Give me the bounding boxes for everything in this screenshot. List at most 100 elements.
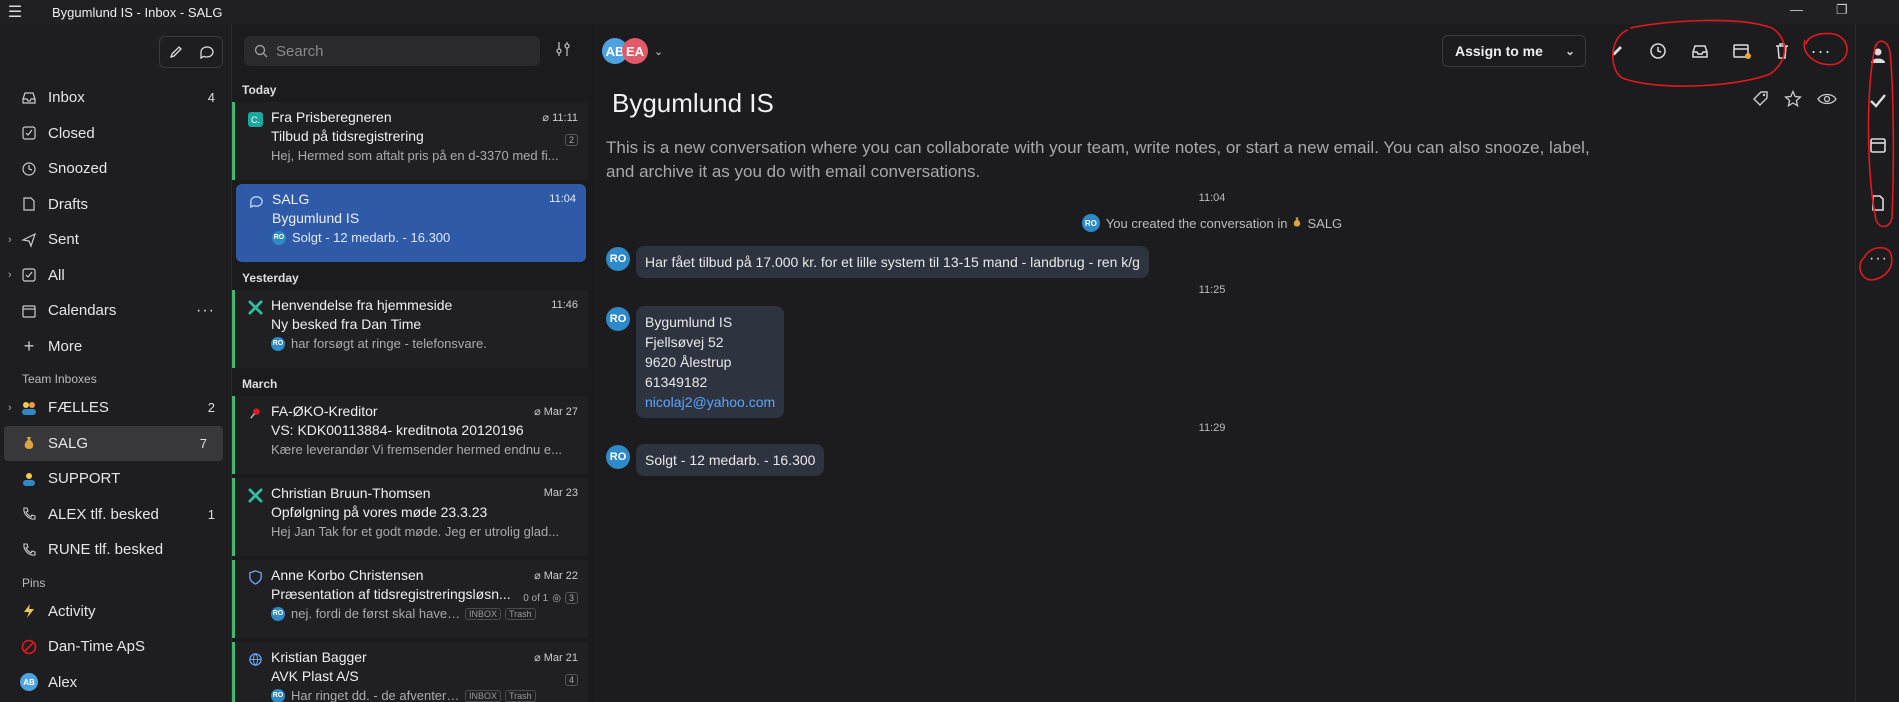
restore-icon[interactable]: ❐ (1836, 2, 1848, 18)
calendar-icon[interactable] (1869, 136, 1887, 154)
timestamp: 11:04 (549, 193, 576, 205)
list-item[interactable]: FA-ØKO-Kreditor ⌀ Mar 27 VS: KDK00113884… (232, 396, 588, 474)
prisberegneren-icon: C. (248, 112, 263, 127)
chevron-down-icon[interactable]: ⌄ (654, 45, 663, 58)
list-item[interactable]: Christian Bruun-Thomsen Mar 23 Opfølgnin… (232, 478, 588, 556)
sender: Christian Bruun-Thomsen (271, 485, 431, 501)
lightning-icon (20, 602, 38, 620)
checkmark-icon[interactable] (1869, 92, 1887, 110)
thread-count: 4 (564, 674, 578, 686)
sidebar-item-label: Sent (48, 231, 79, 249)
comment-bubble: Har fået tilbud på 17.000 kr. for et lil… (636, 246, 1149, 278)
pencil-icon[interactable] (168, 44, 184, 60)
sender: Fra Prisberegneren (271, 109, 392, 125)
timestamp: 11:29 (1198, 422, 1226, 434)
sidebar-item-label: Snoozed (48, 160, 108, 178)
avatar: RO (271, 606, 285, 621)
list-item[interactable]: Anne Korbo Christensen ⌀ Mar 22 Præsenta… (232, 560, 588, 638)
sidebar-item-label: Dan-Time ApS (48, 638, 145, 656)
sidebar-item-snoozed[interactable]: Snoozed (0, 151, 231, 187)
sidebar-item-label: SUPPORT (48, 470, 121, 488)
chevron-down-icon[interactable]: ⌄ (1565, 44, 1575, 58)
conversation-title: Bygumlund IS (612, 88, 774, 118)
right-rail: ··· (1855, 24, 1899, 702)
sidebar-item-support[interactable]: SUPPORT (0, 461, 231, 497)
pin-icon (248, 406, 263, 421)
snooze-clock-icon[interactable] (1647, 40, 1669, 62)
pins-heading: Pins (22, 575, 46, 590)
trash-icon[interactable] (1771, 40, 1793, 62)
sidebar-item-dan-time[interactable]: Dan-Time ApS (0, 629, 231, 665)
hamburger-menu-icon[interactable]: ☰ (0, 2, 30, 22)
sender: FA-ØKO-Kreditor (271, 403, 378, 419)
sidebar-item-closed[interactable]: Closed (0, 116, 231, 152)
paperclip-icon: ⌀ (542, 112, 553, 124)
sender: Anne Korbo Christensen (271, 567, 424, 583)
chat-icon[interactable] (199, 44, 215, 60)
sidebar-item-rune-tlf[interactable]: RUNE tlf. besked (0, 532, 231, 568)
document-icon[interactable] (1869, 194, 1887, 212)
comment-bubble: Bygumlund IS Fjellsøvej 52 9620 Ålestrup… (636, 306, 785, 418)
search-box[interactable] (244, 36, 540, 66)
list-item[interactable]: Henvendelse fra hjemmeside 11:46 Ny besk… (232, 290, 588, 368)
search-input[interactable] (274, 41, 518, 61)
sidebar-item-drafts[interactable]: Drafts (0, 187, 231, 223)
chevron-right-icon[interactable]: › (8, 269, 12, 281)
globe-icon (248, 652, 263, 667)
more-options-icon[interactable]: ··· (1810, 40, 1832, 62)
sidebar-item-alex-tlf[interactable]: ALEX tlf. besked 1 (0, 497, 231, 533)
contact-icon[interactable] (1869, 46, 1887, 64)
sidebar-item-sent[interactable]: › Sent (0, 222, 231, 258)
filter-sliders-icon[interactable] (554, 40, 572, 58)
tag-icon[interactable] (1752, 90, 1770, 111)
thread-count: 2 (564, 134, 578, 146)
sidebar-item-salg[interactable]: SALG 7 (4, 425, 223, 461)
star-icon[interactable] (1783, 89, 1803, 111)
comment-bubble: Solgt - 12 medarb. - 16.300 (636, 444, 825, 476)
list-item[interactable]: Kristian Bagger ⌀ Mar 21 AVK Plast A/S 4… (232, 642, 588, 702)
calendar-icon (20, 302, 38, 320)
shield-icon (248, 570, 263, 585)
label-tag[interactable]: Trash (505, 607, 536, 620)
paperclip-icon: ⌀ (534, 570, 544, 582)
edit-icon[interactable] (1606, 40, 1628, 62)
subject: Tilbud på tidsregistrering (271, 128, 424, 144)
more-options-icon[interactable]: ··· (196, 302, 215, 320)
sidebar-item-label: ALEX tlf. besked (48, 505, 159, 523)
list-item[interactable]: C. Fra Prisberegneren ⌀ 11:11 Tilbud på … (232, 102, 588, 180)
email-link[interactable]: nicolaj2@yahoo.com (645, 394, 775, 410)
sidebar-item-activity[interactable]: Activity (0, 594, 231, 630)
label-tag[interactable]: Trash (505, 689, 536, 702)
sidebar-item-alex[interactable]: AB Alex (0, 665, 231, 701)
message-list-pane: Today C. Fra Prisberegneren ⌀ 11:11 Tilb… (231, 24, 595, 702)
sidebar-item-calendars[interactable]: Calendars ··· (0, 293, 231, 329)
subject: AVK Plast A/S (271, 668, 359, 684)
label-tag[interactable]: INBOX (465, 689, 502, 702)
archive-icon[interactable] (1689, 40, 1711, 62)
chevron-right-icon[interactable]: › (8, 234, 12, 246)
move-to-inbox-icon[interactable] (1731, 40, 1753, 62)
label-tag[interactable]: INBOX (465, 607, 502, 620)
participants[interactable]: AB EA ⌄ (602, 38, 663, 64)
sender: Kristian Bagger (271, 649, 367, 665)
team-icon (20, 399, 38, 417)
chevron-right-icon[interactable]: › (8, 402, 12, 414)
sidebar-item-all[interactable]: › All (0, 258, 231, 294)
webform-icon (248, 488, 263, 503)
eye-icon[interactable] (1817, 90, 1837, 111)
timestamp: 11:46 (551, 299, 578, 311)
assign-to-me-button[interactable]: Assign to me ⌄ (1442, 35, 1586, 67)
minimize-icon[interactable]: — (1790, 2, 1803, 17)
more-options-icon[interactable]: ··· (1869, 250, 1887, 268)
sidebar-item-inbox[interactable]: Inbox 4 (0, 80, 231, 116)
sidebar-item-faelles[interactable]: › FÆLLES 2 (0, 390, 231, 426)
sidebar: Inbox 4 Closed Snoozed Drafts › Sent › A… (0, 24, 231, 702)
subject: Bygumlund IS (272, 210, 360, 226)
sidebar-item-more[interactable]: + More (0, 329, 231, 365)
subject: Opfølgning på vores møde 23.3.23 (271, 504, 488, 520)
team-inboxes-heading: Team Inboxes (22, 372, 97, 386)
avatar: RO (271, 336, 285, 351)
timestamp: 11:25 (1198, 284, 1226, 296)
list-item-selected[interactable]: SALG 11:04 Bygumlund IS RO Solgt - 12 med… (236, 184, 586, 262)
avatar: RO (271, 688, 285, 702)
